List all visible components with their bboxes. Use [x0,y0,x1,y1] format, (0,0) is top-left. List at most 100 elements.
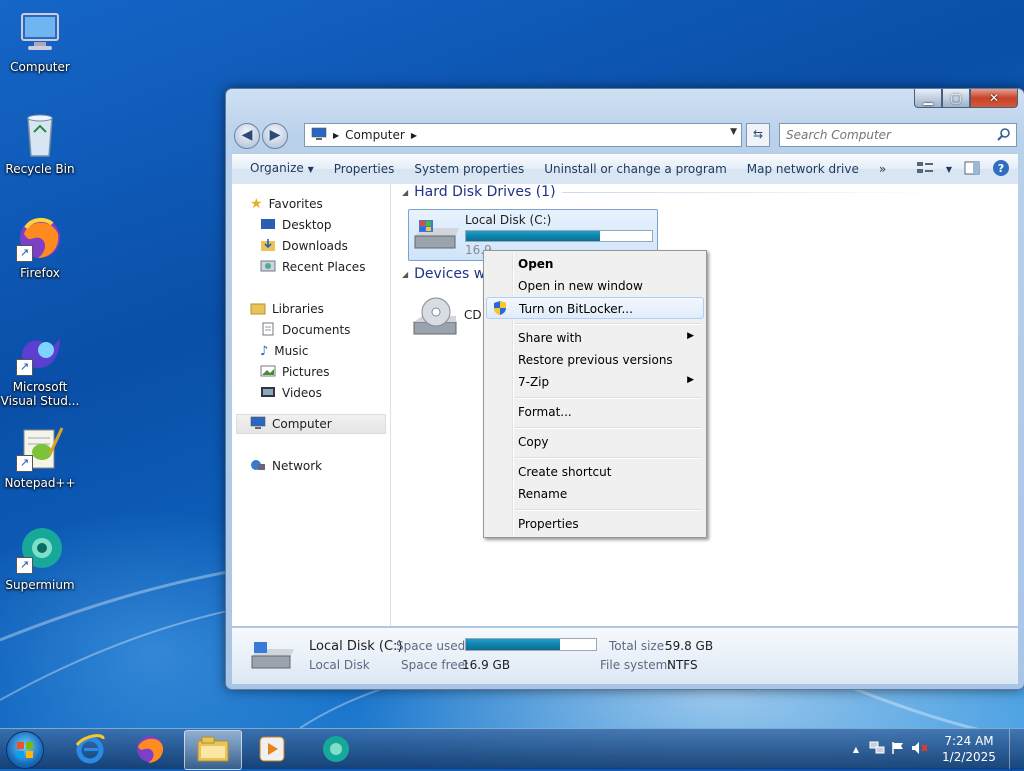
nav-label: Videos [282,386,322,400]
details-pane: Local Disk (C:) Local Disk Space used: S… [232,627,1018,684]
menu-item-open[interactable]: Open [486,253,702,275]
collapse-triangle-icon: ◢ [402,269,409,279]
menu-item-share-with[interactable]: Share with ▶ [486,327,702,349]
nav-downloads[interactable]: Downloads [260,236,348,256]
breadcrumb-computer[interactable]: Computer [345,128,405,142]
menu-item-restore-previous-versions[interactable]: Restore previous versions [486,349,702,371]
breadcrumb-separator-icon[interactable]: ▶ [411,131,417,140]
taskbar-firefox[interactable] [122,730,178,768]
maximize-button[interactable]: ▢ [942,89,970,108]
command-bar: Organize ▼ Properties System properties … [232,153,1018,185]
menu-item-format[interactable]: Format... [486,401,702,423]
nav-computer[interactable]: Computer [236,414,386,434]
close-icon: ✕ [988,91,1000,105]
menu-item-rename[interactable]: Rename [486,483,702,505]
search-icon[interactable] [997,127,1011,144]
desktop-icon-label-line2: Visual Stud... [0,394,80,408]
properties-button[interactable]: Properties [324,155,405,183]
taskbar-windows-explorer[interactable] [184,730,242,770]
nav-label: Music [274,344,309,358]
refresh-button[interactable]: ⇆ [746,123,770,147]
menu-item-properties[interactable]: Properties [486,513,702,535]
shortcut-arrow-icon: ↗ [16,359,33,376]
desktop-icon-label: Firefox [20,266,60,280]
minimize-button[interactable]: ▁ [914,89,942,108]
desktop-icon-firefox[interactable]: ↗ Firefox [0,214,80,280]
nav-label: Favorites [268,197,323,211]
start-button[interactable] [6,731,44,769]
desktop-icon-computer[interactable]: Computer [0,8,80,74]
taskbar-supermium[interactable] [308,730,364,768]
breadcrumb-separator-icon[interactable]: ▶ [333,131,339,140]
desktop-icon-visual-studio[interactable]: ↗ Microsoft Visual Stud... [0,328,80,408]
group-devices-removable[interactable]: ◢ Devices wi [402,266,489,282]
forward-button[interactable]: ▶ [262,123,288,149]
view-options-icon[interactable] [916,161,934,178]
network-tray-icon[interactable] [869,741,885,758]
action-center-flag-icon[interactable] [891,741,905,758]
forward-arrow-icon: ▶ [269,127,281,143]
nav-libraries[interactable]: Libraries [250,299,324,319]
desktop-icon-recycle-bin[interactable]: Recycle Bin [0,110,80,176]
clock-date: 1/2/2025 [942,750,996,764]
desktop-icon-notepadpp[interactable]: ↗ Notepad++ [0,424,80,490]
back-button[interactable]: ◀ [234,123,260,149]
group-hard-disk-drives[interactable]: ◢ Hard Disk Drives (1) [402,184,942,200]
nav-music[interactable]: ♪ Music [260,341,308,361]
clock[interactable]: 7:24 AM 1/2/2025 [933,733,1005,765]
back-arrow-icon: ◀ [241,127,253,143]
nav-label: Recent Places [282,260,366,274]
menu-item-turn-on-bitlocker[interactable]: Turn on BitLocker... [486,297,704,319]
internet-explorer-icon [75,734,105,764]
show-hidden-icons-icon[interactable]: ▲ [853,745,859,754]
help-icon[interactable]: ? [992,159,1010,180]
nav-favorites[interactable]: ★ Favorites [250,194,323,214]
close-button[interactable]: ✕ [970,89,1018,108]
nav-pictures[interactable]: Pictures [260,362,330,382]
music-icon: ♪ [260,343,269,359]
nav-desktop[interactable]: Desktop [260,215,332,235]
volume-muted-icon[interactable] [911,741,929,758]
desktop-folder-icon [260,217,276,234]
menu-item-7zip[interactable]: 7-Zip ▶ [486,371,702,393]
search-input[interactable] [784,125,988,145]
visual-studio-icon: ↗ [16,328,64,376]
folder-icon [197,736,229,762]
organize-button[interactable]: Organize ▼ [232,154,324,184]
nav-documents[interactable]: Documents [260,320,350,340]
pictures-icon [260,364,276,381]
show-desktop-button[interactable] [1009,729,1024,769]
menu-item-open-new-window[interactable]: Open in new window [486,275,702,297]
videos-icon [260,385,276,402]
submenu-arrow-icon: ▶ [687,331,694,341]
navigation-row: ◀ ▶ ▶ Computer ▶ ▼ ⇆ [234,121,1017,149]
computer-small-icon [311,127,327,144]
media-player-icon [259,736,285,762]
view-dropdown-icon[interactable]: ▼ [946,165,952,174]
cd-drive-icon [410,294,460,343]
taskbar-media-player[interactable] [244,730,300,768]
desktop-icon-label: Computer [10,60,70,74]
map-network-drive-button[interactable]: Map network drive [737,155,869,183]
menu-item-create-shortcut[interactable]: Create shortcut [486,461,702,483]
taskbar: ▲ 7:24 AM 1/2/2025 [0,728,1024,770]
total-size-value: 59.8 GB [665,639,714,653]
preview-pane-icon[interactable] [964,161,980,178]
desktop-icon-supermium[interactable]: ↗ Supermium [0,526,80,592]
taskbar-internet-explorer[interactable] [62,730,118,768]
nav-recent-places[interactable]: Recent Places [260,257,365,277]
menu-item-copy[interactable]: Copy [486,431,702,453]
nav-network[interactable]: Network [250,456,322,476]
system-properties-button[interactable]: System properties [404,155,534,183]
uninstall-program-button[interactable]: Uninstall or change a program [534,155,737,183]
hard-drive-icon [411,218,461,257]
more-commands-button[interactable]: » [869,155,896,183]
nav-videos[interactable]: Videos [260,383,322,403]
maximize-icon: ▢ [950,91,962,105]
system-tray: ▲ 7:24 AM 1/2/2025 [853,729,1024,769]
desktop-icon-label: Recycle Bin [5,162,75,176]
desktop-icon-label: Notepad++ [4,476,76,490]
firefox-icon [137,736,164,763]
address-dropdown-icon[interactable]: ▼ [730,127,737,137]
address-bar[interactable]: ▶ Computer ▶ ▼ [304,123,742,147]
